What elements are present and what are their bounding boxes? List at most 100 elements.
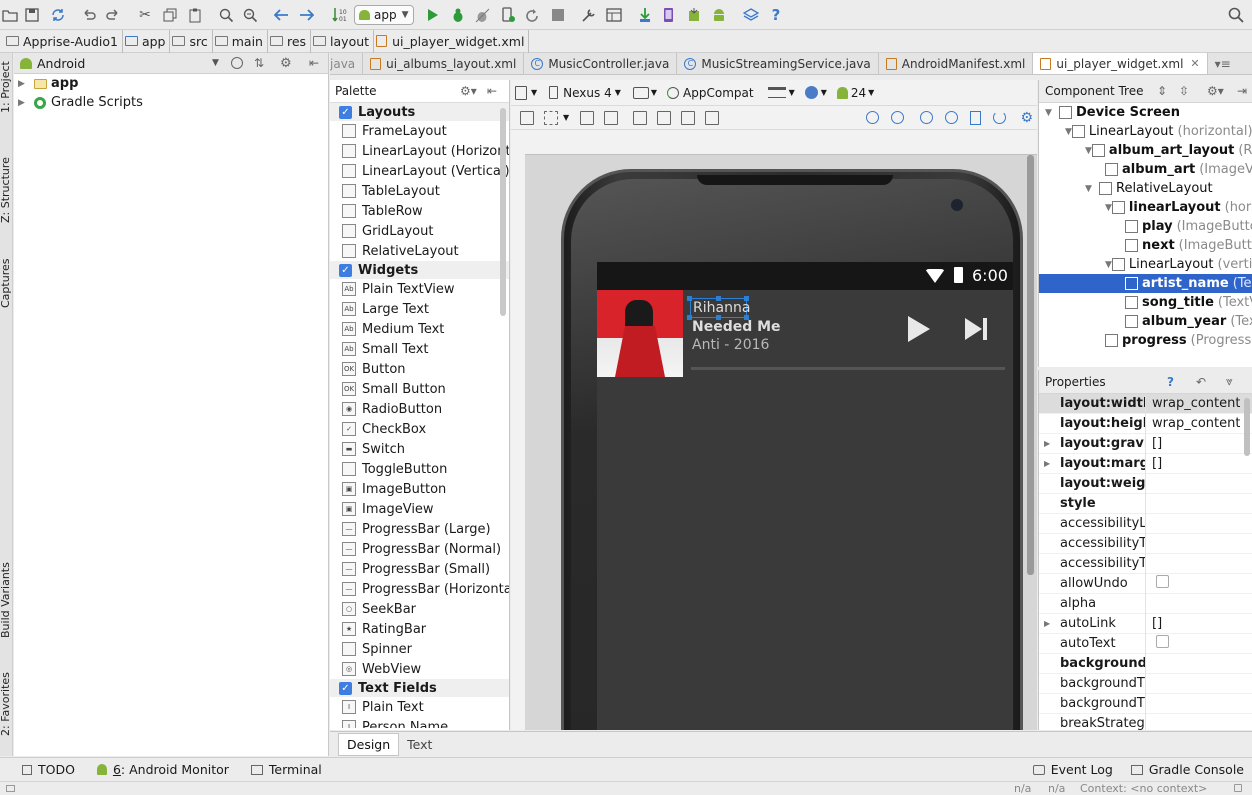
layers-icon[interactable] <box>741 5 761 25</box>
gear-icon[interactable]: ⚙▾ <box>1207 84 1224 98</box>
chevron-down-icon[interactable]: ▼ <box>531 88 537 97</box>
copy-icon[interactable] <box>160 5 180 25</box>
expand-arrow-icon[interactable]: ▼ <box>1105 203 1112 213</box>
select-layout-icon[interactable] <box>544 110 558 125</box>
component-tree-row[interactable]: album_year(TextView) <box>1039 312 1252 331</box>
song-title[interactable]: Needed Me <box>692 319 781 335</box>
project-view-selector[interactable]: Android <box>37 56 85 71</box>
screenshot-icon[interactable] <box>970 110 982 125</box>
property-checkbox[interactable] <box>1156 635 1169 648</box>
layout-grid-icon[interactable] <box>520 110 534 125</box>
tab-music-streaming-service[interactable]: C MusicStreamingService.java <box>677 53 879 74</box>
chevron-down-icon[interactable]: ▼ <box>212 58 219 68</box>
baseline-icon[interactable] <box>681 110 696 125</box>
property-value[interactable] <box>1146 635 1169 652</box>
expand-arrow-icon[interactable]: ▶ <box>1044 614 1050 634</box>
theme-selector[interactable]: AppCompat <box>683 86 754 100</box>
palette-item[interactable]: Ab Small Text <box>330 339 509 359</box>
palette-item[interactable]: TableLayout <box>330 181 509 201</box>
design-canvas[interactable]: 6:00 Rihanna Needed Me Anti - 2016 <box>525 154 1037 730</box>
palette-item[interactable]: — ProgressBar (Horizontal) <box>330 579 509 599</box>
palette-group[interactable]: ✓ Text Fields <box>330 679 509 697</box>
palette-item[interactable]: LinearLayout (Horizontal) <box>330 141 509 161</box>
collapse-icon[interactable]: ⇅ <box>254 56 264 70</box>
attach-debugger-icon[interactable] <box>472 5 492 25</box>
fill-height-icon[interactable] <box>604 110 619 125</box>
album-year[interactable]: Anti - 2016 <box>692 337 769 353</box>
back-icon[interactable] <box>271 5 291 25</box>
expand-all-icon[interactable]: ⇕ <box>1157 84 1167 98</box>
palette-item[interactable]: RelativeLayout <box>330 241 509 261</box>
save-icon[interactable] <box>22 5 42 25</box>
selection-handle[interactable] <box>687 296 692 301</box>
component-tree-row[interactable]: ▼ LinearLayout (horizontal) <box>1039 122 1252 141</box>
expand-arrow-icon[interactable]: ▼ <box>1065 127 1072 137</box>
device-monitor-icon[interactable] <box>684 5 704 25</box>
device-selector[interactable]: Nexus 4 <box>563 86 612 100</box>
next-icon[interactable] <box>965 318 982 340</box>
help-icon[interactable]: ? <box>1167 375 1174 389</box>
chevron-down-icon[interactable]: ▼ <box>615 88 621 97</box>
zoom-out-icon[interactable] <box>945 111 959 124</box>
component-tree-row[interactable]: play(ImageButton) <box>1039 217 1252 236</box>
property-row[interactable]: autoText <box>1039 633 1252 654</box>
weight-icon[interactable] <box>657 110 672 125</box>
tab-android-manifest[interactable]: AndroidManifest.xml <box>879 53 1034 74</box>
property-row[interactable]: layout:heightwrap_content <box>1039 413 1252 434</box>
hide-icon[interactable]: ⇤ <box>309 56 319 70</box>
fill-width-icon[interactable] <box>580 110 595 125</box>
progress-bar[interactable] <box>691 367 1005 370</box>
component-tree-row[interactable]: album_art(ImageView) <box>1039 160 1252 179</box>
android-icon[interactable] <box>709 5 729 25</box>
selection-handle[interactable] <box>744 296 749 301</box>
run-icon[interactable] <box>423 5 443 25</box>
folder-open-icon[interactable] <box>0 5 20 25</box>
expand-arrow-icon[interactable]: ▶ <box>1044 434 1050 454</box>
run-config-dropdown[interactable]: app ▼ <box>354 5 414 25</box>
expand-arrow-icon[interactable]: ▶ <box>18 98 34 108</box>
tab-ui-albums-layout[interactable]: ui_albums_layout.xml <box>363 53 525 74</box>
component-tree-row[interactable]: ▼ linearLayout(horizontal) <box>1039 198 1252 217</box>
collapse-all-icon[interactable]: ⇳ <box>1179 84 1189 98</box>
sync-icon[interactable] <box>48 5 68 25</box>
tool-window-favorites[interactable]: 2: Favorites <box>0 672 12 736</box>
palette-item[interactable]: Ab Plain TextView <box>330 279 509 299</box>
tab-overflow-menu[interactable]: ▾≡ <box>1208 53 1238 74</box>
expand-arrow-icon[interactable]: ▶ <box>18 79 34 89</box>
property-value[interactable]: wrap_content <box>1146 416 1240 431</box>
zoom-actual-icon[interactable] <box>891 111 905 124</box>
redo-icon[interactable] <box>103 5 123 25</box>
property-row[interactable]: accessibilityTraversalAfter <box>1039 533 1252 554</box>
breadcrumb-app[interactable]: app <box>123 29 171 53</box>
apply-changes-icon[interactable] <box>498 5 518 25</box>
property-row[interactable]: allowUndo <box>1039 573 1252 594</box>
palette-item[interactable]: ○ SeekBar <box>330 599 509 619</box>
chevron-down-icon[interactable]: ▼ <box>821 88 827 97</box>
rotate-icon[interactable] <box>632 86 649 99</box>
undo-icon[interactable] <box>79 5 99 25</box>
project-tree-item-gradle[interactable]: ▶ Gradle Scripts <box>14 93 328 112</box>
tab-ui-player-widget[interactable]: ui_player_widget.xml ✕ <box>1033 53 1208 74</box>
palette-item[interactable]: OK Button <box>330 359 509 379</box>
palette-item[interactable]: ▣ ImageView <box>330 499 509 519</box>
project-structure-icon[interactable] <box>579 5 599 25</box>
property-row[interactable]: ▶ layout:gravity[] <box>1039 433 1252 454</box>
property-value[interactable]: [] <box>1146 436 1162 451</box>
palette-item[interactable]: ToggleButton <box>330 459 509 479</box>
palette-item[interactable]: Ab Large Text <box>330 299 509 319</box>
properties-scrollbar[interactable] <box>1244 398 1250 456</box>
activity-icon[interactable] <box>767 87 786 98</box>
terminal-button[interactable]: Terminal <box>250 762 322 777</box>
expand-arrow-icon[interactable]: ▶ <box>1044 454 1050 474</box>
expand-arrow-icon[interactable]: ▼ <box>1085 146 1092 156</box>
breadcrumb-src[interactable]: src <box>170 29 213 53</box>
component-tree-row[interactable]: ▼ LinearLayout(vertical) <box>1039 255 1252 274</box>
album-art[interactable] <box>597 290 683 377</box>
todo-button[interactable]: TODO <box>22 762 75 777</box>
palette-item[interactable]: ◉ RadioButton <box>330 399 509 419</box>
stop-icon[interactable] <box>548 5 568 25</box>
help-icon[interactable]: ? <box>766 5 786 25</box>
palette-item[interactable]: ▣ ImageButton <box>330 479 509 499</box>
tool-window-project[interactable]: 1: Project <box>0 61 12 113</box>
palette-item[interactable]: I Person Name <box>330 717 509 728</box>
